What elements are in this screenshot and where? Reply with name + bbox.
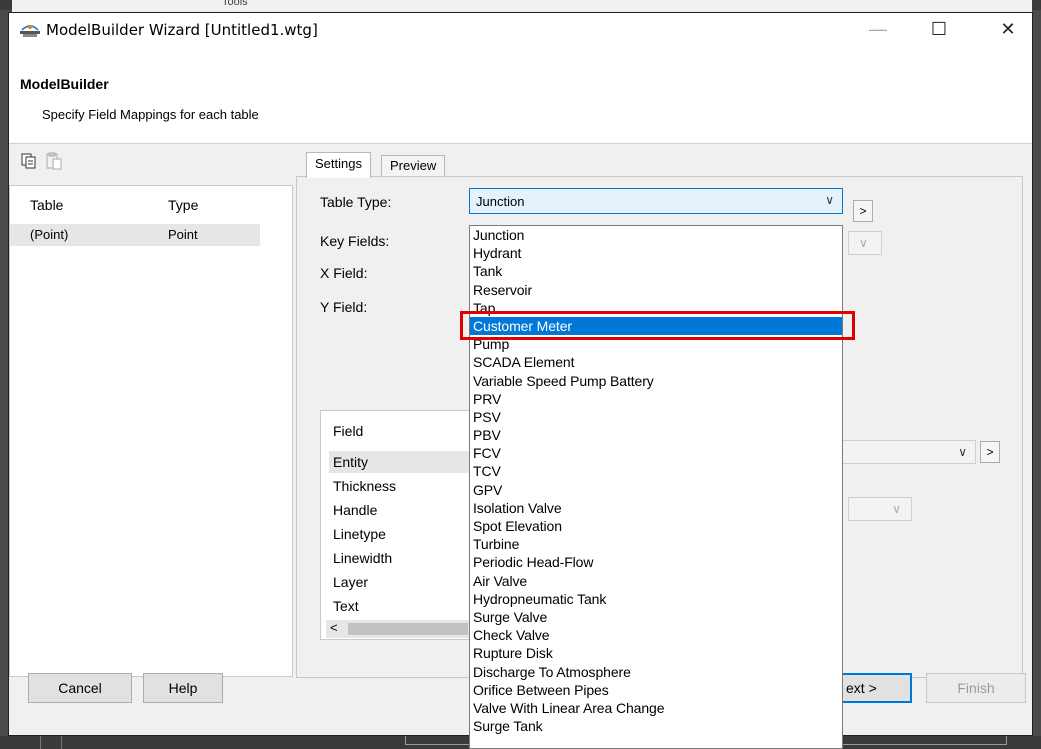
list-item[interactable]: Air Valve [470,572,842,590]
page-subtitle: Specify Field Mappings for each table [42,107,259,122]
list-item[interactable]: Hydropneumatic Tank [470,590,842,608]
mapping-next-button[interactable]: > [980,441,1000,463]
list-item[interactable]: Hydrant [470,244,842,262]
field-row-linewidth[interactable]: Linewidth [329,547,469,569]
list-item[interactable]: Surge Valve [470,608,842,626]
key-fields-select[interactable]: ∨ [848,231,882,255]
list-item[interactable]: Turbine [470,535,842,553]
list-item[interactable]: Junction [470,226,842,244]
table-type-value: Junction [476,194,525,209]
table-list-panel: Table Type (Point) Point [9,185,293,677]
table-cell-name: (Point) [30,227,69,242]
list-item[interactable]: Valve With Linear Area Change [470,699,842,717]
table-cell-type: Point [168,227,198,242]
close-button[interactable]: ✕ [985,13,1031,45]
list-item[interactable]: PRV [470,390,842,408]
scrollbar-thumb[interactable] [348,623,468,635]
list-item[interactable]: Surge Tank [470,717,842,735]
column-header-table: Table [30,197,64,213]
x-field-label: X Field: [320,265,368,281]
chevron-down-icon: ∨ [859,236,868,250]
help-button[interactable]: Help [143,673,223,703]
list-item[interactable]: TCV [470,462,842,480]
scroll-left-icon[interactable]: < [330,620,338,635]
modelbuilder-app-icon [20,25,40,37]
background-tab [40,736,62,749]
list-item[interactable]: Discharge To Atmosphere [470,663,842,681]
table-type-next-button[interactable]: > [853,200,873,222]
column-header-type: Type [168,197,199,213]
copy-icon[interactable] [20,152,38,170]
field-row-entity[interactable]: Entity [329,451,469,473]
list-item[interactable]: PSV [470,408,842,426]
tab-settings[interactable]: Settings [306,152,371,178]
list-item-selected[interactable]: Customer Meter [470,316,842,336]
field-row-linetype[interactable]: Linetype [329,523,469,545]
list-item[interactable]: Reservoir [470,281,842,299]
minimize-button[interactable]: — [855,13,901,45]
chevron-down-icon: ∨ [958,445,967,459]
field-row-handle[interactable]: Handle [329,499,469,521]
table-type-dropdown-list[interactable]: Junction Hydrant Tank Reservoir Tap Cust… [469,225,843,749]
secondary-select[interactable]: ∨ [848,497,912,521]
list-item[interactable]: GPV [470,481,842,499]
horizontal-scrollbar[interactable]: < [326,620,476,638]
field-grid: Field Entity Thickness Handle Linetype L… [320,410,482,640]
list-item[interactable]: Rupture Disk [470,644,842,662]
list-item[interactable]: FCV [470,444,842,462]
table-type-label: Table Type: [320,194,392,210]
page-title: ModelBuilder [20,76,109,92]
wizard-header: ModelBuilder Specify Field Mappings for … [9,45,1032,144]
finish-button: Finish [926,673,1026,703]
field-row-thickness[interactable]: Thickness [329,475,469,497]
y-field-label: Y Field: [320,299,368,315]
list-item[interactable]: Pump [470,335,842,353]
maximize-button[interactable]: ☐ [916,13,962,45]
cancel-button[interactable]: Cancel [28,673,132,703]
list-item[interactable]: Isolation Valve [470,499,842,517]
chevron-down-icon: ∨ [825,193,834,207]
list-item[interactable]: Periodic Head-Flow [470,553,842,571]
chevron-down-icon: ∨ [892,502,901,516]
table-type-select[interactable]: Junction ∨ [469,188,843,214]
field-column-header: Field [333,423,364,439]
field-row-layer[interactable]: Layer [329,571,469,593]
list-item[interactable]: Tank [470,262,842,280]
list-item[interactable]: PBV [470,426,842,444]
list-item[interactable]: SCADA Element [470,353,842,371]
list-item[interactable]: Variable Speed Pump Battery [470,372,842,390]
paste-icon[interactable] [45,152,63,170]
title-bar: ModelBuilder Wizard [Untitled1.wtg] — ☐ … [9,13,1032,45]
list-item[interactable]: Orifice Between Pipes [470,681,842,699]
list-item[interactable]: Spot Elevation [470,517,842,535]
list-item[interactable]: Tap [470,299,842,317]
tab-preview[interactable]: Preview [381,155,446,177]
list-item[interactable]: Check Valve [470,626,842,644]
toolbar-label: Tools [222,0,248,8]
key-fields-label: Key Fields: [320,233,390,249]
window-title: ModelBuilder Wizard [Untitled1.wtg] [46,21,318,39]
field-row-text[interactable]: Text [329,595,469,617]
mapping-select[interactable]: ∨ [840,440,976,464]
table-row[interactable]: (Point) Point [10,224,260,246]
